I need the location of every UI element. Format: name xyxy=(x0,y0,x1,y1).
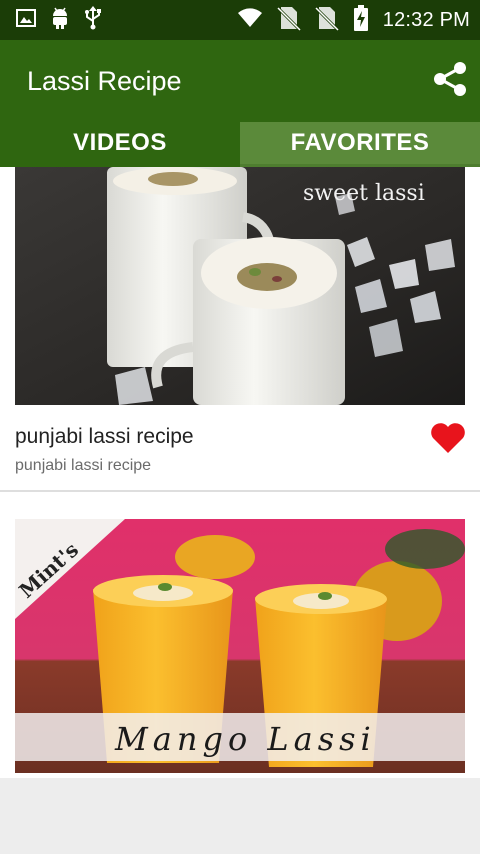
video-title: punjabi lassi recipe xyxy=(15,425,194,448)
no-sim-icon xyxy=(276,5,301,36)
usb-icon xyxy=(84,5,102,35)
screen: 12:32 PM Lassi Recipe VIDEOS FAVORITES s… xyxy=(0,0,480,854)
wifi-icon xyxy=(237,7,263,33)
card-spacer xyxy=(0,492,480,519)
video-card[interactable]: Mint's Mango Lassi xyxy=(0,519,480,773)
favorite-button[interactable] xyxy=(430,422,468,456)
share-button[interactable] xyxy=(430,59,470,103)
thumbnail-caption: sweet lassi xyxy=(303,181,425,206)
tab-favorites[interactable]: FAVORITES xyxy=(240,122,480,167)
video-info[interactable]: punjabi lassi recipe punjabi lassi recip… xyxy=(0,405,480,490)
no-sim-icon xyxy=(314,5,339,36)
card-divider xyxy=(0,490,480,492)
heart-icon xyxy=(430,423,466,458)
video-thumbnail[interactable]: Mint's Mango Lassi xyxy=(15,519,465,773)
tab-videos[interactable]: VIDEOS xyxy=(0,122,240,167)
status-time: 12:32 PM xyxy=(382,8,470,31)
image-icon xyxy=(16,8,36,33)
tab-bar: VIDEOS FAVORITES xyxy=(0,122,480,167)
video-subtitle: punjabi lassi recipe xyxy=(15,457,152,474)
battery-charging-icon xyxy=(353,4,369,36)
video-card[interactable]: sweet lassi punjabi lassi recipe punjabi… xyxy=(0,167,480,492)
video-list[interactable]: sweet lassi punjabi lassi recipe punjabi… xyxy=(0,167,480,778)
app-title: Lassi Recipe xyxy=(27,65,182,96)
video-thumbnail[interactable]: sweet lassi xyxy=(15,167,465,405)
status-bar: 12:32 PM xyxy=(0,0,480,40)
app-bar: Lassi Recipe xyxy=(0,40,480,122)
share-icon xyxy=(431,61,469,102)
thumbnail-caption: Mango Lassi xyxy=(114,720,376,758)
android-icon xyxy=(50,6,70,35)
empty-bottom-area xyxy=(0,778,480,854)
